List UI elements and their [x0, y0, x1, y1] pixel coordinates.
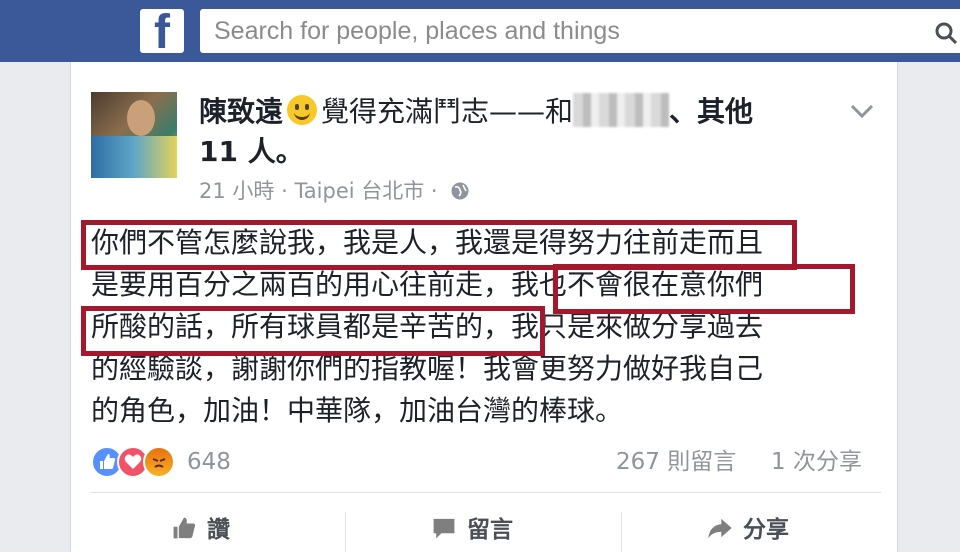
divider — [91, 492, 881, 493]
action-separator — [345, 512, 346, 552]
post-location[interactable]: · Taipei 台北市 · — [281, 179, 438, 203]
search-input[interactable] — [212, 15, 916, 47]
comment-button[interactable]: 留言 — [431, 510, 513, 550]
search-icon[interactable] — [935, 22, 957, 44]
post-card: 陳致遠 覺得充滿鬥志——和 、其他 11 人。 21 小時 · Taipei 台北市… — [70, 62, 898, 552]
facebook-logo-letter: f — [154, 9, 170, 53]
globe-icon — [451, 182, 469, 200]
comments-count[interactable]: 267 則留言 — [616, 446, 736, 478]
others-label[interactable]: 、其他 — [669, 95, 753, 128]
search-box[interactable] — [200, 9, 960, 53]
highlight-box-2 — [553, 264, 855, 314]
facebook-logo[interactable]: f — [140, 9, 184, 53]
post-header: 陳致遠 覺得充滿鬥志——和 、其他 — [199, 92, 839, 132]
share-button[interactable]: 分享 — [707, 510, 789, 550]
highlight-box-1 — [81, 220, 797, 270]
thumbs-up-icon — [173, 517, 196, 539]
comment-label: 留言 — [467, 517, 513, 543]
reactions-bar[interactable]: 648 267 則留言 1 次分享 — [91, 442, 881, 482]
share-icon — [708, 518, 732, 539]
avatar-shirt — [91, 136, 177, 178]
share-label: 分享 — [743, 517, 789, 543]
reaction-count[interactable]: 648 — [187, 446, 231, 478]
shares-count[interactable]: 1 次分享 — [771, 446, 862, 478]
angry-reaction-icon — [143, 446, 175, 478]
others-count[interactable]: 11 人。 — [199, 132, 304, 172]
like-button[interactable]: 讚 — [171, 510, 230, 550]
avatar[interactable] — [91, 92, 177, 178]
avatar-face — [127, 100, 155, 136]
smiley-emoji-icon — [287, 95, 318, 125]
action-separator — [621, 512, 622, 552]
like-label: 讚 — [207, 517, 230, 543]
highlight-box-3 — [81, 306, 545, 356]
post-meta: 21 小時 · Taipei 台北市 · — [199, 176, 470, 206]
author-name[interactable]: 陳致遠 — [199, 95, 283, 128]
post-line: 的角色，加油！中華隊，加油台灣的棒球。 — [91, 394, 624, 427]
top-navigation-bar: f — [0, 0, 960, 62]
blurred-tagged-name — [573, 93, 670, 127]
chevron-down-icon[interactable] — [849, 102, 875, 120]
post-time[interactable]: 21 小時 — [199, 179, 274, 203]
activity-text: 覺得充滿鬥志——和 — [321, 95, 574, 128]
comment-icon — [433, 518, 455, 539]
